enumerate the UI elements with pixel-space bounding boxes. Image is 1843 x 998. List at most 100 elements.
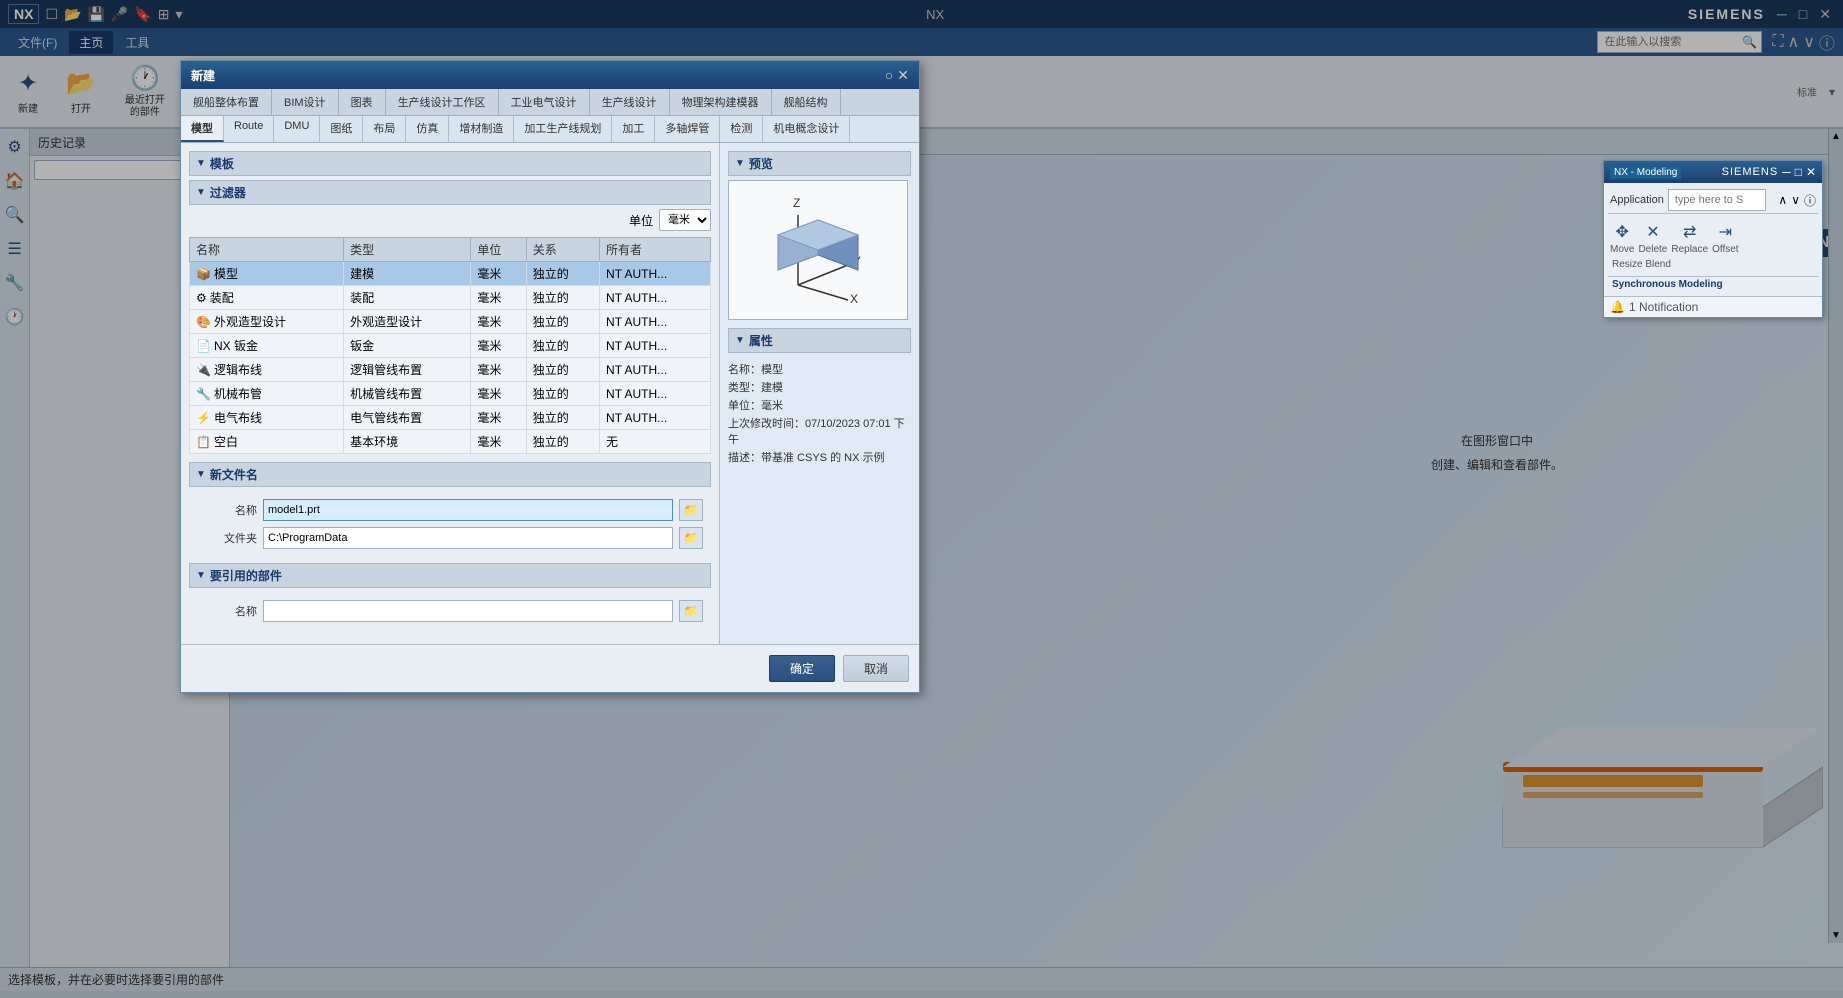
cell-owner: NT AUTH...: [600, 310, 711, 334]
mini-window: NX - Modeling SIEMENS ─ □ ✕ Application …: [1603, 160, 1823, 318]
mini-replace-btn[interactable]: ⇄ Replace: [1671, 220, 1708, 255]
mini-maximize-btn[interactable]: □: [1795, 165, 1802, 179]
new-file-section-label: 新文件名: [210, 466, 258, 483]
dialog-restore-btn[interactable]: ○: [885, 67, 893, 84]
mini-nav-btn1[interactable]: ∧: [1778, 193, 1787, 207]
props-section-header[interactable]: ▼ 属性: [728, 328, 911, 353]
table-row[interactable]: ⚙装配 装配 毫米 独立的 NT AUTH...: [190, 286, 711, 310]
ref-section-header[interactable]: ▼ 要引用的部件: [189, 563, 711, 588]
dialog-tab-model[interactable]: 模型: [181, 116, 224, 142]
mini-offset-btn[interactable]: ⇥ Offset: [1712, 220, 1739, 255]
props-section-label: 属性: [749, 332, 773, 349]
mini-minimize-btn[interactable]: ─: [1782, 165, 1791, 179]
new-file-section-header[interactable]: ▼ 新文件名: [189, 462, 711, 487]
mini-delete-btn[interactable]: ✕ Delete: [1638, 220, 1667, 255]
dialog-tab-drawing[interactable]: 图纸: [320, 116, 363, 142]
folder-label: 文件夹: [197, 530, 257, 546]
cell-owner: NT AUTH...: [600, 286, 711, 310]
mini-siemens-label: SIEMENS: [1722, 166, 1779, 178]
preview-arrow-icon: ▼: [735, 158, 745, 169]
mini-app-label: Application: [1610, 194, 1664, 206]
name-browse-btn[interactable]: 📁: [679, 499, 703, 521]
mini-replace-icon: ⇄: [1681, 220, 1698, 244]
dialog-tab-production[interactable]: 生产线设计工作区: [386, 89, 499, 115]
dialog-tab-mechatronics[interactable]: 机电概念设计: [763, 116, 850, 142]
ref-browse-btn[interactable]: 📁: [679, 600, 703, 622]
dialog-tab-line[interactable]: 生产线设计: [590, 89, 670, 115]
template-arrow-icon: ▼: [196, 158, 206, 169]
table-header: 名称 类型 单位 关系 所有者: [190, 238, 711, 262]
table-row[interactable]: 🔧机械布管 机械管线布置 毫米 独立的 NT AUTH...: [190, 382, 711, 406]
table-row[interactable]: 📋空白 基本环境 毫米 独立的 无: [190, 430, 711, 454]
preview-section-label: 预览: [749, 155, 773, 172]
col-unit: 单位: [471, 238, 526, 262]
props-section: 名称：模型 类型：建模 单位：毫米 上次修改时间：07/10/2023 07:0…: [728, 361, 911, 465]
cell-unit: 毫米: [471, 286, 526, 310]
mini-notifications: 🔔 1 Notification: [1604, 296, 1822, 317]
dialog-tab-multiaxis[interactable]: 多轴焊管: [655, 116, 720, 142]
filter-section-header[interactable]: ▼ 过滤器: [189, 180, 711, 205]
dialog-tab-machining[interactable]: 加工生产线规划: [514, 116, 612, 142]
table-body: 📦模型 建模 毫米 独立的 NT AUTH... ⚙装配 装配 毫米 独立的 N…: [190, 262, 711, 454]
template-section-header[interactable]: ▼ 模板: [189, 151, 711, 176]
folder-browse-btn[interactable]: 📁: [679, 527, 703, 549]
mini-move-btn[interactable]: ✥ Move: [1610, 220, 1634, 255]
dialog-tab-diagram[interactable]: 图表: [339, 89, 386, 115]
dialog-title-text: 新建: [191, 67, 215, 84]
cancel-button[interactable]: 取消: [843, 655, 909, 682]
table-row[interactable]: ⚡电气布线 电气管线布置 毫米 独立的 NT AUTH...: [190, 406, 711, 430]
dialog-tab-layout[interactable]: 布局: [363, 116, 406, 142]
cell-name: 📄NX 钣金: [190, 334, 344, 358]
cell-type: 电气管线布置: [344, 406, 471, 430]
preview-section-header[interactable]: ▼ 预览: [728, 151, 911, 176]
table-row[interactable]: 🎨外观造型设计 外观造型设计 毫米 独立的 NT AUTH...: [190, 310, 711, 334]
ref-name-input[interactable]: [263, 600, 673, 622]
mini-search-input[interactable]: [1669, 194, 1749, 206]
dialog-tab-physical[interactable]: 物理架构建模器: [670, 89, 772, 115]
mini-close-btn[interactable]: ✕: [1806, 165, 1816, 179]
new-file-arrow-icon: ▼: [196, 469, 206, 480]
table-row[interactable]: 📄NX 钣金 钣金 毫米 独立的 NT AUTH...: [190, 334, 711, 358]
prop-type: 类型：建模: [728, 379, 911, 395]
mini-nav-btn2[interactable]: ∨: [1791, 193, 1800, 207]
preview-box: Z Y X: [728, 180, 908, 320]
dialog-tab-inspection[interactable]: 检测: [720, 116, 763, 142]
mini-title-left: NX - Modeling: [1610, 166, 1681, 179]
cell-type: 钣金: [344, 334, 471, 358]
cell-unit: 毫米: [471, 406, 526, 430]
cell-owner: NT AUTH...: [600, 262, 711, 286]
cell-unit: 毫米: [471, 310, 526, 334]
name-input[interactable]: [263, 499, 673, 521]
dialog-right: ▼ 预览 Z Y X: [719, 143, 919, 644]
dialog-tab-dmu[interactable]: DMU: [274, 116, 320, 142]
unit-select[interactable]: 毫米 英寸 米: [659, 209, 711, 231]
dialog-tab-additive[interactable]: 增材制造: [449, 116, 514, 142]
dialog-tab-ship[interactable]: 舰船整体布置: [181, 89, 272, 115]
ok-button[interactable]: 确定: [769, 655, 835, 682]
dialog-tabs-top: 舰船整体布置 BIM设计 图表 生产线设计工作区 工业电气设计 生产线设计 物理…: [181, 89, 919, 116]
cell-owner: NT AUTH...: [600, 382, 711, 406]
cell-name: 🔌逻辑布线: [190, 358, 344, 382]
mini-body: Application ∧ ∨ ⓘ ✥ Move ✕ Delete ⇄ Repl…: [1604, 183, 1822, 296]
dialog-body: ▼ 模板 ▼ 过滤器 单位 毫米 英寸 米: [181, 143, 919, 644]
prop-name: 名称：模型: [728, 361, 911, 377]
dialog-tab-bim[interactable]: BIM设计: [272, 89, 339, 115]
folder-input[interactable]: [263, 527, 673, 549]
cell-relation: 独立的: [526, 358, 599, 382]
new-file-section: 名称 📁 文件夹 📁: [189, 491, 711, 563]
dialog-tab-route[interactable]: Route: [224, 116, 274, 142]
dialog-close-btn[interactable]: ✕: [897, 67, 909, 84]
table-row[interactable]: 📦模型 建模 毫米 独立的 NT AUTH...: [190, 262, 711, 286]
name-row: 名称 📁: [197, 499, 703, 521]
dialog-tab-process[interactable]: 加工: [612, 116, 655, 142]
cell-unit: 毫米: [471, 430, 526, 454]
mini-info-btn[interactable]: ⓘ: [1804, 192, 1816, 209]
col-name: 名称: [190, 238, 344, 262]
dialog-tab-electrical[interactable]: 工业电气设计: [499, 89, 590, 115]
table-row[interactable]: 🔌逻辑布线 逻辑管线布置 毫米 独立的 NT AUTH...: [190, 358, 711, 382]
mini-move-label: Move: [1610, 244, 1634, 255]
dialog-tab-ship-struct[interactable]: 舰船结构: [772, 89, 841, 115]
cell-owner: NT AUTH...: [600, 358, 711, 382]
dialog-tab-sim[interactable]: 仿真: [406, 116, 449, 142]
mini-toolbar: ✥ Move ✕ Delete ⇄ Replace ⇥ Offset: [1608, 218, 1818, 257]
